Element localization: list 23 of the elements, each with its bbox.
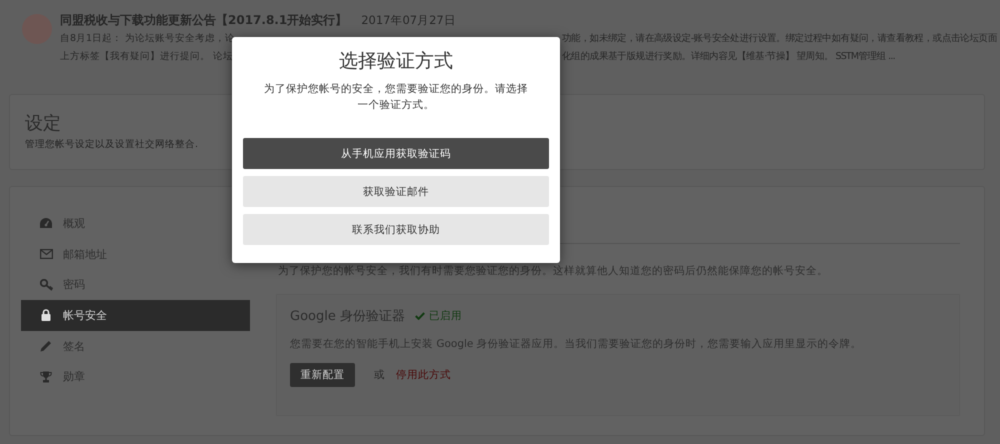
- announcement-text: 功能，如未绑定，请在高级设定-账号安全处进行设置。绑定过程中如有疑问，请查看教程，或点击论坛页面: [562, 32, 998, 46]
- trophy-icon: [40, 370, 52, 383]
- reconfigure-button[interactable]: 重新配置: [290, 363, 355, 387]
- settings-description: 管理您帐号设定以及设置社交网络整合.: [25, 138, 200, 151]
- check-icon: [414, 312, 425, 320]
- announcement-title[interactable]: 同盟税收与下载功能更新公告【2017.8.1开始实行】: [60, 12, 348, 29]
- verification-option-button[interactable]: 获取验证邮件: [243, 176, 549, 207]
- disable-link[interactable]: 停用此方式: [396, 368, 451, 382]
- verification-option-button[interactable]: 从手机应用获取验证码: [243, 138, 549, 169]
- envelope-icon: [40, 249, 52, 260]
- key-icon: [40, 278, 52, 291]
- or-text: 或: [374, 368, 385, 382]
- lock-icon: [41, 309, 51, 322]
- announcement-date: 2017年07月27日: [361, 13, 456, 28]
- status-label: 已启用: [428, 309, 462, 323]
- verification-option-button[interactable]: 联系我们获取协助: [243, 214, 549, 245]
- modal-description: 为了保护您帐号的安全，您需要验证您的身份。请选择一个验证方式。: [263, 82, 529, 113]
- settings-title: 设定: [25, 113, 62, 135]
- pencil-icon: [40, 340, 52, 352]
- sidebar-item[interactable]: 帐号安全: [21, 300, 250, 331]
- modal-title: 选择验证方式: [339, 49, 453, 73]
- announcement-text: 化组的成果基于版规进行奖励。详细内容见【维基·节操】 望周知。 SSTM管理组 ...: [562, 50, 895, 64]
- dashboard-icon: [40, 218, 52, 228]
